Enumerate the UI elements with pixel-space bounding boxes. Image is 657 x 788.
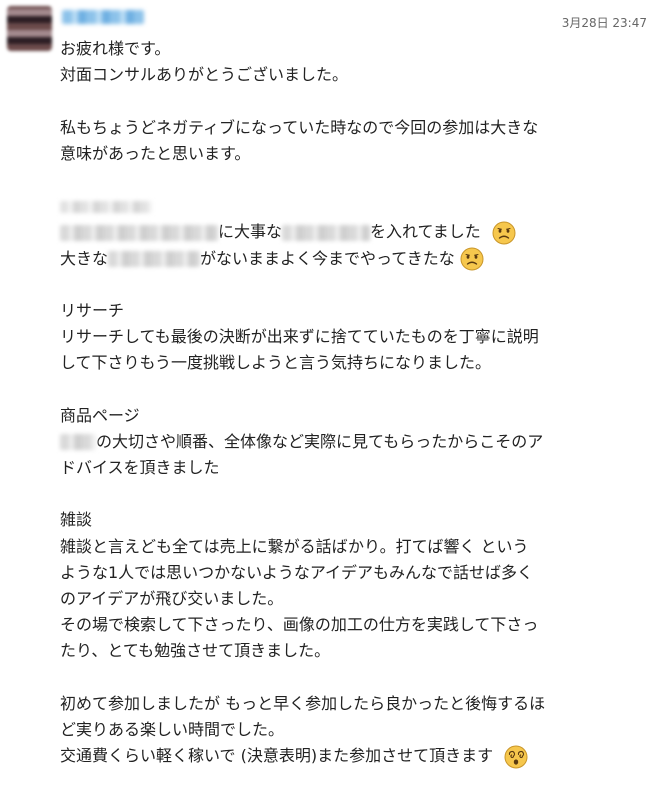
message-line: の大切さや順番、全体像など実際に見てもらったからこそのア <box>60 429 650 455</box>
message-line: ドバイスを頂きました <box>60 458 220 477</box>
sad-face-emoji-icon <box>492 221 516 245</box>
redacted-heading-line <box>60 193 650 219</box>
message-line: 大きな がないままよく今までやってきたな <box>60 246 650 272</box>
section-title-chat: 雑談 <box>60 510 93 530</box>
message-text: がないままよく今までやってきたな <box>200 248 455 268</box>
message-line: その場で検索して下さったり、画像の加工の仕方を実践して下さっ <box>60 615 539 635</box>
redacted-text <box>60 434 96 451</box>
sender-name-redacted[interactable] <box>62 10 144 24</box>
message-line: 意味があったと思います。 <box>60 143 251 163</box>
message-line: 私もちょうどネガティブになっていた時なので今回の参加は大きな <box>60 117 539 137</box>
message-line: に大事な を入れてました <box>60 219 650 245</box>
message-line: 対面コンサルありがとうございました。 <box>60 65 349 85</box>
avatar[interactable] <box>7 6 52 51</box>
message-line: リサーチしても最後の決断が出来ずに捨てていたものを丁寧に説明 <box>60 327 539 347</box>
section-title-research: リサーチ <box>60 300 125 320</box>
message-line: ど実りある楽しい時間でした。 <box>60 719 285 739</box>
message-text: 大きな <box>60 248 109 268</box>
message-text: を入れてました <box>370 222 481 242</box>
message-line: お疲れ様です。 <box>60 39 171 58</box>
message-body: お疲れ様です。 対面コンサルありがとうございました。 私もちょうどネガティブにな… <box>60 36 650 769</box>
message-line: して下さりもう一度挑戦しようと言う気持ちになりました。 <box>60 353 492 373</box>
message-line: のアイデアが飛び交いました。 <box>60 588 284 608</box>
message-text: に大事な <box>218 222 283 242</box>
message-line: たり、とても勉強させて頂きました。 <box>60 641 331 661</box>
message-text: の大切さや順番、全体像など実際に見てもらったからこそのア <box>96 431 544 451</box>
message-line: ような1人では思いつかないようなアイデアもみんなで話せば多く <box>60 562 534 582</box>
message-text: 交通費くらい軽く稼いで (決意表明)また参加させて頂きます <box>60 746 494 766</box>
redacted-text <box>108 251 201 267</box>
message-line: 初めて参加しましたが もっと早く参加したら良かったと後悔するほ <box>60 693 546 713</box>
redacted-text <box>60 224 218 241</box>
sad-face-emoji-icon <box>460 247 484 271</box>
dizzy-face-emoji-icon <box>504 745 528 769</box>
timestamp: 3月28日 23:47 <box>561 16 647 30</box>
redacted-text <box>282 224 371 241</box>
redacted-text <box>60 200 152 213</box>
section-title-product-page: 商品ページ <box>60 405 140 425</box>
message-line: 雑談と言えども全ては売上に繋がる話ばかり。打てば響く という <box>60 536 529 556</box>
message-line: 交通費くらい軽く稼いで (決意表明)また参加させて頂きます <box>60 743 650 769</box>
